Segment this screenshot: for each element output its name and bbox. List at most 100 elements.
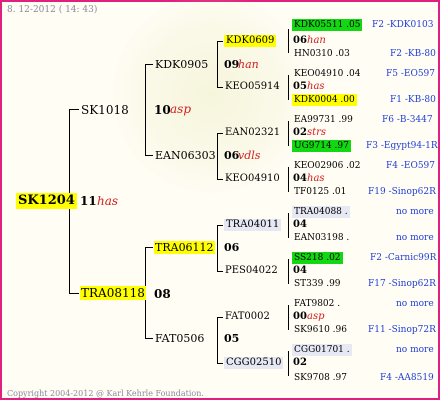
gen3-id[interactable]: PES04022: [225, 265, 278, 277]
gen4-ref: F6 -B-3447: [382, 115, 433, 125]
gen3-year: 04: [293, 265, 307, 276]
father-year: 10: [154, 103, 171, 117]
gen4-ref: F17 -Sinop62R: [368, 279, 436, 289]
connector: [217, 363, 223, 364]
connector: [217, 317, 223, 318]
gen4-id[interactable]: EA99731 .99: [294, 114, 353, 126]
gen3-id[interactable]: KDK0609: [224, 35, 277, 47]
connector: [145, 64, 146, 156]
gen3-breeder: strs: [307, 127, 327, 138]
gen3-year: 06: [293, 35, 307, 46]
gen4-ref: F2 -KDK0103: [372, 20, 434, 30]
gen3-year: 02: [293, 127, 307, 138]
root-id[interactable]: SK1204: [16, 193, 77, 209]
connector: [217, 41, 218, 88]
gen4-ref: F1 -KB-80: [390, 95, 436, 105]
gen4-ref: F2 -Carnic99R: [370, 253, 437, 263]
connector: [145, 247, 153, 248]
gen2-breeder: vdls: [238, 149, 261, 162]
gen3-breeder: han: [307, 35, 326, 46]
gen4-id[interactable]: TRA04088 .: [292, 206, 350, 218]
gen3-year: 04: [293, 173, 307, 184]
father-id[interactable]: SK1018: [81, 103, 129, 117]
connector: [69, 109, 79, 110]
connector: [217, 87, 223, 88]
gen4-id[interactable]: UG9714 .97: [292, 140, 351, 152]
watermark-logo: [112, 0, 312, 194]
connector: [217, 133, 218, 180]
gen3-id[interactable]: KEO05914: [225, 81, 280, 93]
gen4-ref: no more: [396, 233, 434, 243]
gen3-id[interactable]: CGG02510: [224, 357, 284, 369]
gen4-id[interactable]: SK9610 .96: [294, 324, 347, 336]
pedigree-frame: 8. 12-2012 ( 14: 43) Copyright 2004-2012…: [0, 0, 440, 400]
gen3-breeder: has: [307, 173, 325, 184]
gen2-id[interactable]: FAT0506: [155, 332, 204, 345]
connector: [217, 41, 223, 42]
gen3-id[interactable]: FAT0002: [225, 311, 270, 323]
connector: [69, 293, 79, 294]
gen4-id[interactable]: SK9708 .97: [294, 372, 347, 384]
gen2-year: 05: [224, 332, 240, 345]
gen4-id[interactable]: HN0310 .03: [294, 48, 350, 60]
connector: [288, 213, 289, 238]
gen4-id[interactable]: EAN03198 .: [294, 232, 349, 244]
connector: [145, 338, 153, 339]
gen4-id[interactable]: SS218 .02: [292, 252, 343, 264]
gen4-ref: F4 -EO597: [386, 161, 435, 171]
root-breeder: has: [97, 194, 119, 208]
gen3-year: 00: [293, 311, 307, 322]
gen4-ref: F4 -AA8519: [380, 373, 434, 383]
gen4-id[interactable]: KDK05511 .05: [292, 19, 363, 31]
gen4-ref: no more: [396, 345, 434, 355]
connector: [288, 121, 289, 146]
connector: [288, 167, 289, 192]
connector: [217, 271, 223, 272]
timestamp: 8. 12-2012 ( 14: 43): [7, 5, 98, 15]
gen4-id[interactable]: KEO04910 .04: [294, 68, 360, 80]
gen3-id[interactable]: EAN02321: [225, 127, 280, 139]
gen3-year: 02: [293, 357, 307, 368]
connector: [288, 351, 289, 376]
gen4-id[interactable]: TF0125 .01: [294, 186, 346, 198]
gen4-ref: F5 -EO597: [386, 69, 435, 79]
connector: [217, 225, 218, 272]
gen3-breeder: has: [307, 81, 325, 92]
gen2-id[interactable]: KDK0905: [155, 58, 208, 71]
mother-year: 08: [154, 287, 171, 301]
gen3-breeder: asp: [307, 311, 325, 322]
copyright: Copyright 2004-2012 @ Karl Kehrle Founda…: [7, 389, 204, 398]
gen2-id[interactable]: TRA06112: [154, 241, 215, 254]
gen4-ref: F2 -KB-80: [390, 49, 436, 59]
gen4-ref: no more: [396, 299, 434, 309]
gen4-ref: F19 -Sinop62R: [368, 187, 436, 197]
connector: [145, 64, 153, 65]
connector: [217, 133, 223, 134]
connector: [217, 225, 223, 226]
gen4-ref: no more: [396, 207, 434, 217]
gen3-id[interactable]: KEO04910: [225, 173, 280, 185]
connector: [145, 155, 153, 156]
connector: [217, 317, 218, 364]
father-breeder: asp: [170, 102, 191, 116]
gen4-id[interactable]: KDK0004 .00: [292, 94, 357, 106]
gen4-id[interactable]: ST339 .99: [294, 278, 341, 290]
gen2-id[interactable]: EAN06303: [155, 149, 216, 162]
connector: [288, 75, 289, 100]
gen4-id[interactable]: CGG01701 .: [292, 344, 352, 356]
connector: [288, 305, 289, 330]
gen4-ref: F3 -Egypt94-1R: [366, 141, 438, 151]
connector: [288, 29, 289, 53]
gen3-year: 05: [293, 81, 307, 92]
gen2-breeder: han: [238, 58, 259, 71]
connector: [288, 259, 289, 284]
gen4-id[interactable]: KEO02906 .02: [294, 160, 360, 172]
gen4-ref: F11 -Sinop72R: [368, 325, 436, 335]
connector: [217, 179, 223, 180]
gen4-id[interactable]: FAT9802 .: [294, 298, 340, 310]
gen2-year: 06: [224, 241, 240, 254]
gen3-year: 04: [293, 219, 307, 230]
root-year: 11: [80, 194, 97, 208]
mother-id[interactable]: TRA08118: [80, 286, 146, 300]
gen3-id[interactable]: TRA04011: [224, 219, 282, 231]
